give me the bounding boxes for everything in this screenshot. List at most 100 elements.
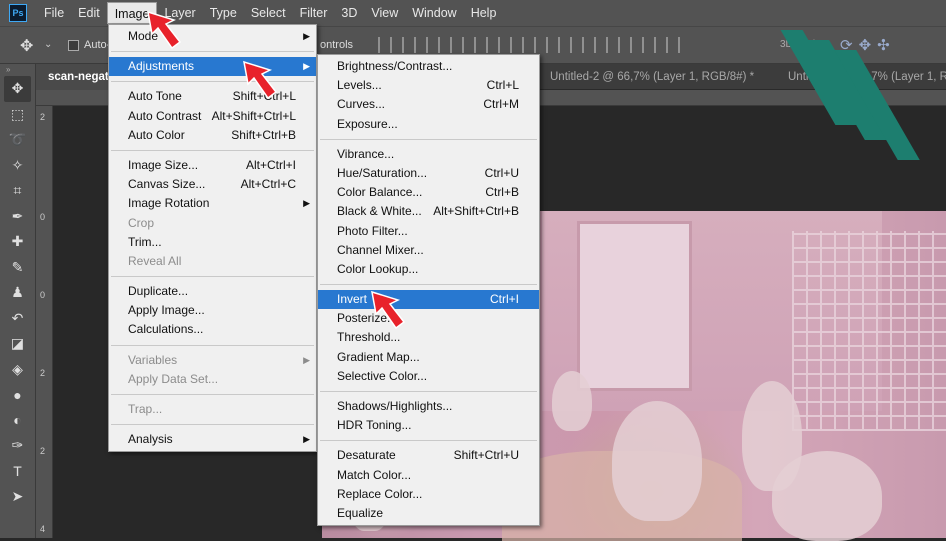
menu-item-label: Hue/Saturation... — [337, 165, 428, 180]
menu-window[interactable]: Window — [405, 2, 463, 24]
dodge-tool-icon[interactable]: ◐ — [0, 408, 35, 434]
tab-scan-negative[interactable]: scan-negat — [36, 64, 110, 90]
menu-bar-items: File Edit Image Layer Type Select Filter 3D View… — [37, 2, 503, 24]
tab-untitled-2[interactable]: Untitled-2 @ 66,7% (Layer 1, RGB/8#) * — [538, 64, 774, 90]
healing-brush-icon[interactable]: ✚ — [0, 229, 35, 255]
menu-item-label: Duplicate... — [128, 284, 189, 299]
pen-tool-icon[interactable]: ✑ — [0, 433, 35, 459]
menu-separator — [320, 391, 537, 392]
magic-wand-icon[interactable]: ✧ — [0, 153, 35, 179]
menu-item-threshold[interactable]: Threshold... — [318, 328, 539, 347]
menu-item-desaturate[interactable]: Desaturate Shift+Ctrl+U — [318, 446, 539, 465]
menu-edit[interactable]: Edit — [71, 2, 107, 24]
menu-item-mode[interactable]: Mode ▶ — [109, 27, 316, 46]
menu-item-channel-mixer[interactable]: Channel Mixer... — [318, 241, 539, 260]
menu-item-brightness-contrast[interactable]: Brightness/Contrast... — [318, 57, 539, 76]
menu-item-equalize[interactable]: Equalize — [318, 504, 539, 523]
menu-item-adjustments[interactable]: Adjustments ▶ — [109, 57, 316, 77]
paint-bucket-icon[interactable]: ◈ — [0, 357, 35, 383]
auto-align-icon[interactable] — [666, 37, 680, 53]
menu-item-levels[interactable]: Levels... Ctrl+L — [318, 76, 539, 95]
menu-item-curves[interactable]: Curves... Ctrl+M — [318, 95, 539, 114]
photo-door — [577, 221, 692, 391]
type-tool-icon[interactable]: T — [0, 459, 35, 485]
menu-item-canvas-size[interactable]: Canvas Size... Alt+Ctrl+C — [109, 175, 316, 194]
menu-item-black-white[interactable]: Black & White... Alt+Shift+Ctrl+B — [318, 202, 539, 221]
menu-item-label: Analysis — [128, 432, 173, 447]
menu-item-exposure[interactable]: Exposure... — [318, 115, 539, 134]
menu-item-label: Channel Mixer... — [337, 242, 424, 257]
align-hcenter-icon[interactable] — [474, 37, 488, 53]
menu-separator — [111, 149, 314, 151]
photo-lattice — [792, 231, 946, 431]
marquee-tool-icon[interactable]: ⬚ — [0, 102, 35, 128]
distribute-left-icon[interactable] — [594, 37, 608, 53]
menu-item-calculations[interactable]: Calculations... — [109, 320, 316, 339]
brush-tool-icon[interactable]: ✎ — [0, 255, 35, 281]
menu-select[interactable]: Select — [244, 2, 293, 24]
collapse-icon[interactable]: » — [0, 64, 35, 76]
path-select-icon[interactable]: ➤ — [0, 484, 35, 510]
menu-item-photo-filter[interactable]: Photo Filter... — [318, 222, 539, 241]
menu-help[interactable]: Help — [464, 2, 504, 24]
menu-item-gradient-map[interactable]: Gradient Map... — [318, 348, 539, 367]
history-brush-icon[interactable]: ↶ — [0, 306, 35, 332]
menu-item-image-size[interactable]: Image Size... Alt+Ctrl+I — [109, 156, 316, 175]
align-left-icon[interactable] — [450, 37, 464, 53]
menu-item-shortcut: Ctrl+B — [485, 185, 519, 200]
menu-separator — [111, 276, 314, 278]
distribute-bottom-icon[interactable] — [570, 37, 584, 53]
menu-item-selective-color[interactable]: Selective Color... — [318, 367, 539, 386]
menu-item-posterize[interactable]: Posterize... — [318, 309, 539, 328]
menu-item-image-rotation[interactable]: Image Rotation ▶ — [109, 194, 316, 213]
menu-item-color-balance[interactable]: Color Balance... Ctrl+B — [318, 183, 539, 202]
distribute-top-icon[interactable] — [522, 37, 536, 53]
eraser-tool-icon[interactable]: ◪ — [0, 331, 35, 357]
align-top-icon[interactable] — [378, 37, 392, 53]
menu-filter[interactable]: Filter — [293, 2, 335, 24]
distribute-vcenter-icon[interactable] — [546, 37, 560, 53]
auto-select-checkbox[interactable] — [68, 40, 79, 51]
chevron-down-icon[interactable]: ⌄ — [44, 39, 52, 50]
align-bottom-icon[interactable] — [426, 37, 440, 53]
submenu-arrow-icon: ▶ — [303, 61, 310, 72]
menu-item-label: Black & White... — [337, 204, 422, 219]
menu-item-hdr-toning[interactable]: HDR Toning... — [318, 416, 539, 435]
menu-view[interactable]: View — [364, 2, 405, 24]
move-tool-icon[interactable]: ✥ — [4, 76, 31, 102]
menu-item-duplicate[interactable]: Duplicate... — [109, 282, 316, 301]
menu-separator — [320, 138, 537, 140]
move-tool-icon[interactable]: ✥ — [20, 36, 33, 56]
align-right-icon[interactable] — [498, 37, 512, 53]
distribute-hcenter-icon[interactable] — [618, 37, 632, 53]
align-vcenter-icon[interactable] — [402, 37, 416, 53]
clone-stamp-icon[interactable]: ♟ — [0, 280, 35, 306]
crop-tool-icon[interactable]: ⌗ — [0, 178, 35, 204]
menu-item-label: Selective Color... — [337, 368, 428, 383]
menu-item-label: Variables — [128, 352, 178, 367]
menu-type[interactable]: Type — [203, 2, 244, 24]
menu-item-analysis[interactable]: Analysis ▶ — [109, 430, 316, 449]
auto-select-label: Auto- — [84, 39, 111, 51]
menu-bar: Ps File Edit Image Layer Type Select Filter 3D V… — [0, 0, 946, 26]
menu-item-hue-saturation[interactable]: Hue/Saturation... Ctrl+U — [318, 164, 539, 183]
menu-item-label: Adjustments — [128, 59, 195, 74]
eyedropper-icon[interactable]: ✒ — [0, 204, 35, 230]
menu-item-color-lookup[interactable]: Color Lookup... — [318, 260, 539, 279]
menu-item-vibrance[interactable]: Vibrance... — [318, 145, 539, 164]
menu-file[interactable]: File — [37, 2, 71, 24]
menu-item-apply-image[interactable]: Apply Image... — [109, 301, 316, 320]
lasso-tool-icon[interactable]: ➰ — [0, 127, 35, 153]
menu-item-invert[interactable]: Invert Ctrl+I — [318, 290, 539, 310]
menu-item-replace-color[interactable]: Replace Color... — [318, 485, 539, 504]
menu-3d[interactable]: 3D — [334, 2, 364, 24]
menu-item-auto-tone[interactable]: Auto Tone Shift+Ctrl+L — [109, 87, 316, 106]
menu-item-trim[interactable]: Trim... — [109, 233, 316, 252]
menu-item-auto-contrast[interactable]: Auto Contrast Alt+Shift+Ctrl+L — [109, 107, 316, 126]
blur-tool-icon[interactable]: ● — [0, 382, 35, 408]
menu-item-match-color[interactable]: Match Color... — [318, 466, 539, 485]
menu-item-auto-color[interactable]: Auto Color Shift+Ctrl+B — [109, 126, 316, 145]
menu-item-label: Vibrance... — [337, 146, 395, 161]
menu-item-shadows-highlights[interactable]: Shadows/Highlights... — [318, 397, 539, 416]
distribute-right-icon[interactable] — [642, 37, 656, 53]
